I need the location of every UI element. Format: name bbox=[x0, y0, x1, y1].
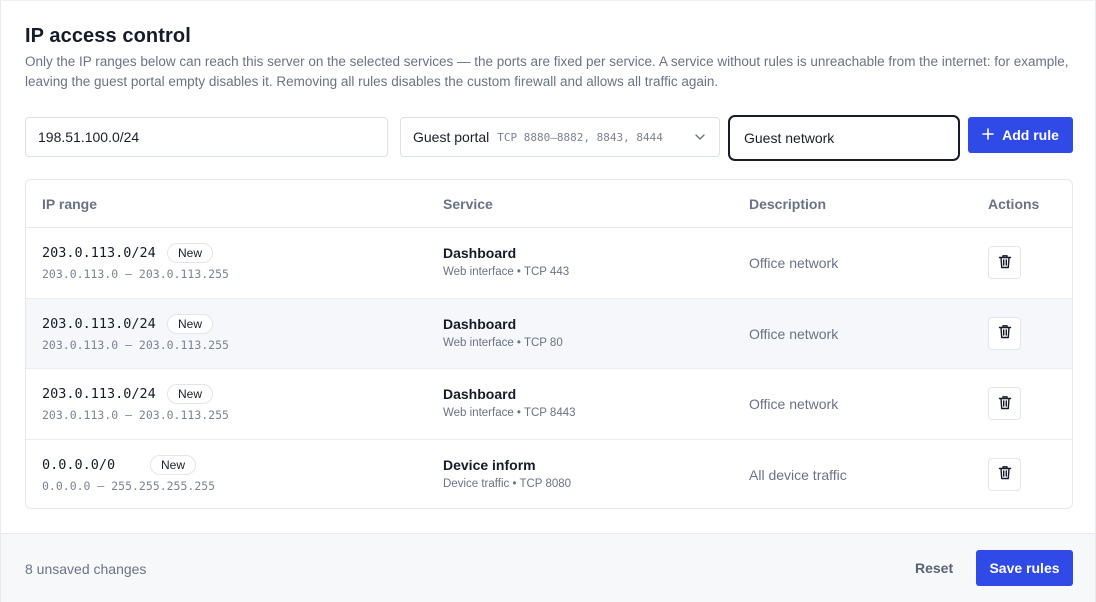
rule-service-detail: Web interface • TCP 8443 bbox=[443, 407, 576, 419]
description-input[interactable] bbox=[728, 115, 960, 161]
trash-icon bbox=[998, 395, 1012, 413]
rule-service-detail: Web interface • TCP 443 bbox=[443, 266, 570, 278]
delete-rule-button[interactable] bbox=[988, 316, 1021, 350]
footer-bar: 8 unsaved changes Reset Save rules bbox=[1, 533, 1095, 602]
header-actions: Actions bbox=[988, 196, 1040, 212]
rule-service-detail: Web interface • TCP 80 bbox=[443, 336, 563, 349]
unsaved-changes-status: 8 unsaved changes bbox=[25, 561, 147, 577]
page-title: IP access control bbox=[25, 25, 191, 47]
rule-range: 0.0.0.0 – 255.255.255.255 bbox=[42, 478, 216, 493]
rule-range: 203.0.113.0 – 203.0.113.255 bbox=[42, 267, 229, 281]
rule-description: Office network bbox=[749, 396, 839, 412]
ip-access-control-panel: IP access control Only the IP ranges bel… bbox=[0, 0, 1096, 602]
trash-icon bbox=[998, 254, 1012, 272]
table-row: 203.0.113.0/24 New 203.0.113.0 – 203.0.1… bbox=[26, 228, 1072, 299]
save-rules-button[interactable]: Save rules bbox=[976, 550, 1073, 586]
header-service: Service bbox=[443, 196, 493, 212]
header-ip-range: IP range bbox=[42, 196, 97, 212]
delete-rule-button[interactable] bbox=[988, 387, 1021, 420]
table-row: 0.0.0.0/0 New 0.0.0.0 – 255.255.255.255 … bbox=[26, 440, 1072, 509]
add-rule-button[interactable]: Add rule bbox=[968, 117, 1073, 153]
rule-cidr: 203.0.113.0/24 bbox=[42, 315, 156, 332]
rule-service: Dashboard bbox=[443, 315, 517, 332]
delete-rule-button[interactable] bbox=[988, 246, 1021, 279]
plus-icon bbox=[982, 127, 994, 143]
add-rule-form: Guest portal TCP 8880–8882, 8843, 8444 A… bbox=[25, 115, 1073, 161]
table-header: IP range Service Description Actions bbox=[26, 180, 1072, 228]
trash-icon bbox=[998, 324, 1012, 342]
add-rule-label: Add rule bbox=[1002, 127, 1059, 143]
rule-range: 203.0.113.0 – 203.0.113.255 bbox=[42, 337, 229, 352]
new-badge: New bbox=[167, 243, 214, 263]
service-select[interactable]: Guest portal TCP 8880–8882, 8843, 8444 bbox=[400, 117, 720, 157]
chevron-down-icon bbox=[693, 130, 707, 144]
rule-service: Dashboard bbox=[443, 386, 517, 402]
reset-button[interactable]: Reset bbox=[901, 550, 967, 586]
header-description: Description bbox=[749, 196, 827, 212]
page-description: Only the IP ranges below can reach this … bbox=[25, 54, 1069, 89]
table-row: 203.0.113.0/24 New 203.0.113.0 – 203.0.1… bbox=[26, 369, 1072, 440]
rule-cidr: 203.0.113.0/24 bbox=[42, 245, 156, 261]
rule-cidr: 203.0.113.0/24 bbox=[42, 386, 156, 402]
new-badge: New bbox=[167, 313, 214, 334]
rule-service: Device inform bbox=[443, 456, 536, 473]
rule-description: Office network bbox=[749, 255, 839, 271]
delete-rule-button[interactable] bbox=[988, 457, 1021, 491]
service-select-label: Guest portal bbox=[413, 129, 490, 145]
rule-range: 203.0.113.0 – 203.0.113.255 bbox=[42, 408, 229, 422]
trash-icon bbox=[998, 465, 1012, 483]
rule-description: Office network bbox=[749, 325, 839, 342]
table-row: 203.0.113.0/24 New 203.0.113.0 – 203.0.1… bbox=[26, 298, 1072, 369]
rule-cidr: 0.0.0.0/0 bbox=[42, 456, 116, 473]
service-select-ports: TCP 8880–8882, 8843, 8444 bbox=[497, 130, 663, 144]
new-badge: New bbox=[167, 384, 214, 404]
ip-range-input[interactable] bbox=[25, 117, 388, 157]
rule-service-detail: Device traffic • TCP 8080 bbox=[443, 477, 572, 490]
rule-service: Dashboard bbox=[443, 245, 517, 261]
rule-description: All device traffic bbox=[749, 466, 847, 483]
new-badge: New bbox=[150, 454, 197, 475]
rules-table: IP range Service Description Actions 203… bbox=[25, 179, 1073, 509]
